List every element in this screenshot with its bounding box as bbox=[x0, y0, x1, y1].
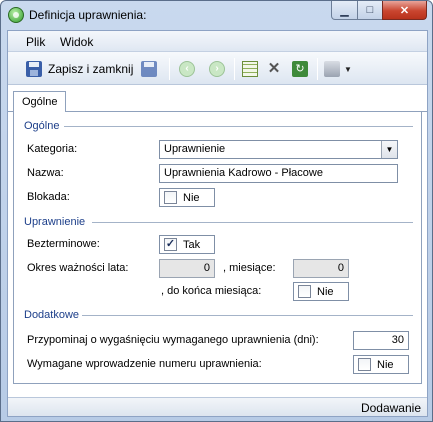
blokada-label: Blokada: bbox=[27, 191, 70, 203]
add-row-button[interactable] bbox=[242, 59, 258, 79]
do-konca-checkbox[interactable]: Nie bbox=[293, 282, 349, 301]
delete-button[interactable]: ✕ bbox=[266, 59, 282, 79]
maximize-icon: □ bbox=[366, 4, 374, 16]
nazwa-label: Nazwa: bbox=[27, 167, 64, 179]
section-divider bbox=[92, 222, 413, 223]
print-button[interactable]: ▼ bbox=[324, 59, 352, 79]
close-icon: ✕ bbox=[399, 4, 410, 17]
save-close-label: Zapisz i zamknij bbox=[48, 62, 134, 76]
chevron-down-icon: ▼ bbox=[344, 64, 352, 74]
minimize-button[interactable]: ▁ bbox=[331, 1, 358, 20]
minimize-icon: ▁ bbox=[340, 4, 349, 17]
blokada-checkbox[interactable]: Nie bbox=[159, 188, 215, 207]
title-bar: Definicja uprawnienia: ▁ □ ✕ bbox=[1, 1, 432, 29]
refresh-button[interactable]: ↻ bbox=[292, 59, 308, 79]
przypominaj-input[interactable]: 30 bbox=[353, 331, 409, 350]
menu-widok[interactable]: Widok bbox=[60, 35, 93, 49]
grid-add-icon bbox=[242, 61, 258, 77]
section-title-uprawnienie: Uprawnienie bbox=[24, 216, 86, 228]
wymagane-value: Nie bbox=[377, 358, 394, 371]
app-icon bbox=[8, 7, 24, 23]
next-button[interactable]: › bbox=[209, 59, 225, 79]
toolbar: Zapisz i zamknij ‹ › ✕ ↻ ▼ bbox=[8, 52, 427, 85]
floppy-disk-icon bbox=[26, 61, 42, 77]
nazwa-input[interactable]: Uprawnienia Kadrowo - Płacowe bbox=[159, 164, 398, 183]
do-konca-label: , do końca miesiąca: bbox=[161, 285, 262, 297]
tab-ogolne[interactable]: Ogólne bbox=[13, 91, 67, 113]
menu-plik[interactable]: Plik bbox=[26, 35, 45, 49]
refresh-icon: ↻ bbox=[292, 61, 308, 77]
section-divider bbox=[64, 126, 413, 127]
section-title-ogolne: Ogólne bbox=[24, 120, 60, 132]
kategoria-value: Uprawnienie bbox=[164, 143, 226, 155]
maximize-button[interactable]: □ bbox=[357, 1, 383, 20]
arrow-right-icon: › bbox=[209, 61, 225, 77]
save-button[interactable] bbox=[141, 59, 157, 79]
client-area: Plik Widok Zapisz i zamknij ‹ › ✕ ↻ ▼ Og… bbox=[7, 30, 428, 417]
checkmark-icon: ✓ bbox=[164, 238, 177, 251]
kategoria-label: Kategoria: bbox=[27, 143, 78, 155]
przypominaj-label: Przypominaj o wygaśnięciu wymaganego upr… bbox=[27, 334, 319, 346]
previous-button[interactable]: ‹ bbox=[179, 59, 195, 79]
miesiace-input[interactable]: 0 bbox=[293, 259, 349, 278]
checkbox-unchecked-icon bbox=[358, 358, 371, 371]
close-button[interactable]: ✕ bbox=[382, 1, 427, 20]
bezterminowe-value: Tak bbox=[183, 238, 201, 251]
printer-icon bbox=[324, 61, 340, 77]
kategoria-dropdown[interactable]: Uprawnienie ▼ bbox=[159, 140, 398, 159]
save-close-button[interactable]: Zapisz i zamknij bbox=[26, 59, 133, 79]
chevron-down-icon[interactable]: ▼ bbox=[381, 141, 397, 158]
bezterminowe-label: Bezterminowe: bbox=[27, 238, 100, 250]
lata-input[interactable]: 0 bbox=[159, 259, 215, 278]
window-title: Definicja uprawnienia: bbox=[29, 8, 147, 22]
status-bar: Dodawanie bbox=[8, 397, 427, 416]
nazwa-value: Uprawnienia Kadrowo - Płacowe bbox=[164, 167, 323, 179]
wymagane-label: Wymagane wprowadzenie numeru uprawnienia… bbox=[27, 358, 262, 370]
okres-label: Okres ważności lata: bbox=[27, 262, 129, 274]
checkbox-unchecked-icon bbox=[164, 191, 177, 204]
tab-panel: Ogólne Kategoria: Uprawnienie ▼ Nazwa: U… bbox=[13, 112, 422, 384]
status-text: Dodawanie bbox=[360, 401, 421, 415]
checkbox-unchecked-icon bbox=[298, 285, 311, 298]
blokada-value: Nie bbox=[183, 191, 200, 204]
section-title-dodatkowe: Dodatkowe bbox=[24, 309, 80, 321]
wymagane-checkbox[interactable]: Nie bbox=[353, 355, 409, 374]
przypominaj-value: 30 bbox=[391, 334, 404, 346]
miesiace-label: , miesiące: bbox=[223, 262, 276, 274]
miesiace-value: 0 bbox=[337, 262, 344, 274]
arrow-left-icon: ‹ bbox=[179, 61, 195, 77]
cross-icon: ✕ bbox=[267, 60, 281, 77]
tab-strip: Ogólne bbox=[8, 86, 427, 113]
toolbar-separator bbox=[234, 58, 235, 80]
do-konca-value: Nie bbox=[317, 285, 334, 298]
menu-bar: Plik Widok bbox=[8, 31, 427, 52]
lata-value: 0 bbox=[203, 262, 210, 274]
section-divider bbox=[82, 315, 413, 316]
bezterminowe-checkbox[interactable]: ✓ Tak bbox=[159, 235, 215, 254]
toolbar-separator bbox=[317, 58, 318, 80]
save-multiple-icon bbox=[141, 61, 157, 77]
toolbar-separator bbox=[169, 58, 170, 80]
dialog-window: Definicja uprawnienia: ▁ □ ✕ Plik Widok … bbox=[0, 0, 433, 422]
